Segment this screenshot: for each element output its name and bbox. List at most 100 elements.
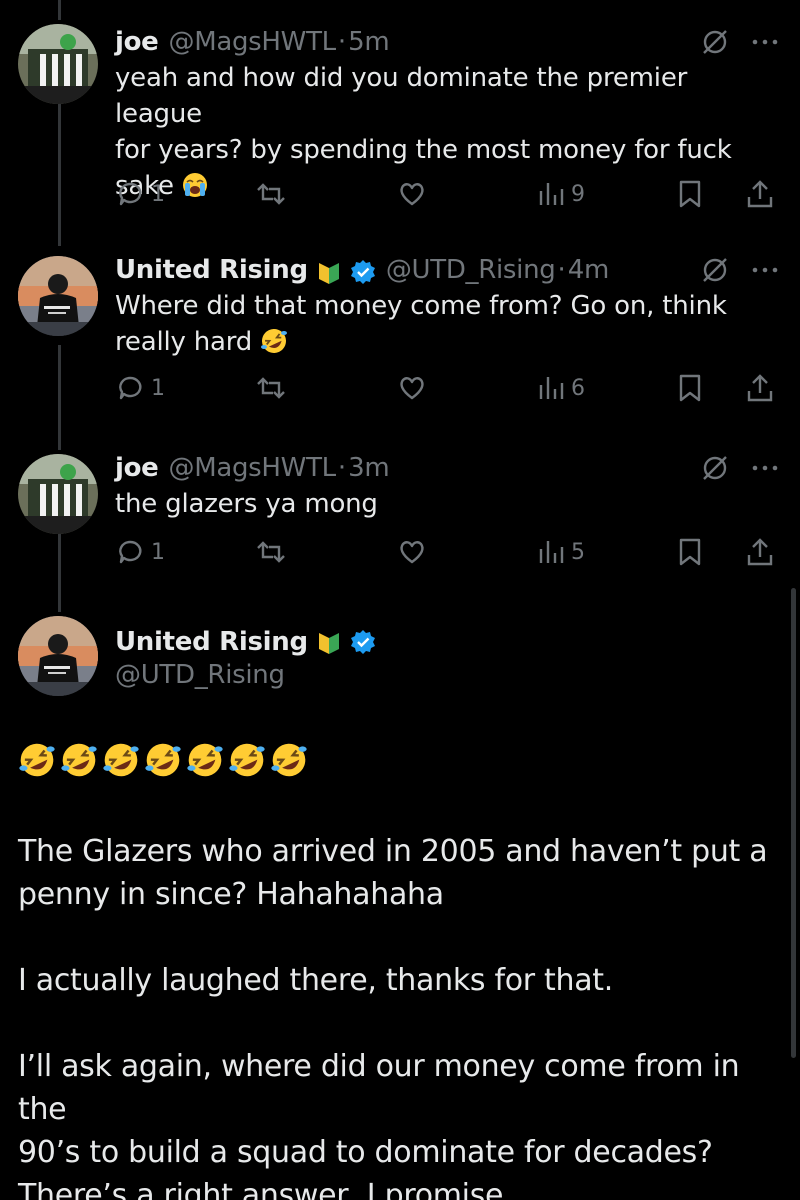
text-line: 90’s to build a squad to dominate for de… — [18, 1135, 713, 1170]
avatar-united-rising[interactable] — [18, 256, 98, 336]
display-name[interactable]: United Rising — [115, 622, 376, 662]
repost-button[interactable] — [255, 370, 287, 406]
avatar-joe[interactable] — [18, 24, 98, 104]
rolling-on-floor-laughing-icon — [186, 741, 224, 791]
text-line: I actually laughed there, thanks for tha… — [18, 963, 614, 998]
rolling-on-floor-laughing-icon — [18, 741, 56, 791]
user-handle[interactable]: @UTD_Rising — [115, 660, 285, 696]
reply-tweet[interactable]: joe @MagsHWTL · 5m yeah and how did you … — [0, 22, 800, 222]
avatar-united-rising[interactable] — [18, 616, 98, 696]
emoji-row — [18, 741, 778, 791]
share-button[interactable] — [745, 370, 775, 406]
grok-icon[interactable] — [700, 255, 730, 285]
repost-icon — [257, 183, 285, 205]
text-line: for years? by spending the most money fo… — [115, 135, 732, 165]
rolling-on-floor-laughing-icon — [144, 741, 182, 791]
scrollbar[interactable] — [791, 588, 796, 1058]
main-tweet-text: The Glazers who arrived in 2005 and have… — [18, 741, 778, 1200]
share-icon — [747, 374, 773, 402]
repost-button[interactable] — [255, 534, 287, 570]
share-button[interactable] — [745, 176, 775, 212]
tweet-header: United Rising @UTD_Rising · 4m — [115, 250, 609, 290]
tweet-text: Where did that money come from? Go on, t… — [115, 288, 770, 360]
tweet-header: joe @MagsHWTL · 3m — [115, 448, 390, 488]
reply-count: 1 — [151, 181, 165, 207]
views-button[interactable]: 5 — [537, 534, 585, 570]
display-name[interactable]: United Rising — [115, 250, 308, 290]
grok-icon[interactable] — [700, 453, 730, 483]
reply-count: 1 — [151, 539, 165, 565]
reply-button[interactable]: 1 — [115, 534, 165, 570]
bookmark-button[interactable] — [677, 534, 703, 570]
display-name[interactable]: joe — [115, 448, 159, 488]
user-handle[interactable]: @MagsHWTL — [169, 448, 337, 488]
paragraph: I’ll ask again, where did our money come… — [18, 1045, 778, 1200]
bookmark-icon — [679, 538, 701, 566]
text-line: I’ll ask again, where did our money come… — [18, 1049, 740, 1127]
heart-icon — [400, 377, 424, 400]
reply-icon — [119, 540, 142, 564]
rolling-on-floor-laughing-icon — [270, 741, 308, 791]
paragraph: The Glazers who arrived in 2005 and have… — [18, 830, 778, 916]
display-name[interactable]: joe — [115, 22, 159, 62]
share-button[interactable] — [745, 534, 775, 570]
more-options-icon[interactable] — [752, 463, 778, 473]
user-handle[interactable]: @MagsHWTL — [169, 22, 337, 62]
verified-badge-icon — [350, 257, 376, 284]
repost-button[interactable] — [255, 176, 287, 212]
tweet-top-icons — [700, 452, 778, 484]
reply-count: 1 — [151, 375, 165, 401]
views-button[interactable]: 6 — [537, 370, 585, 406]
thread-line — [58, 0, 61, 20]
views-icon — [539, 377, 564, 399]
more-options-icon[interactable] — [752, 265, 778, 275]
verified-badge-icon — [350, 629, 376, 655]
bookmark-icon — [679, 180, 701, 208]
view-count: 6 — [571, 375, 585, 401]
views-button[interactable]: 9 — [537, 176, 585, 212]
timestamp[interactable]: 5m — [348, 22, 390, 62]
tweet-text: the glazers ya mong — [115, 486, 770, 522]
rolling-on-floor-laughing-icon — [260, 324, 288, 360]
beginner-badge-icon — [316, 629, 342, 655]
rolling-on-floor-laughing-icon — [102, 741, 140, 791]
like-button[interactable] — [397, 370, 427, 406]
reply-button[interactable]: 1 — [115, 176, 165, 212]
separator: · — [337, 453, 347, 483]
text-line: Where did that money come from? Go on, t… — [115, 291, 727, 321]
share-icon — [747, 538, 773, 566]
share-icon — [747, 180, 773, 208]
reply-icon — [119, 182, 142, 206]
reply-button[interactable]: 1 — [115, 370, 165, 406]
reply-tweet[interactable]: joe @MagsHWTL · 3m the glazers ya mong 1 — [0, 448, 800, 588]
avatar-joe[interactable] — [18, 454, 98, 534]
bookmark-button[interactable] — [677, 370, 703, 406]
rolling-on-floor-laughing-icon — [60, 741, 98, 791]
text-line: the glazers ya mong — [115, 489, 378, 519]
user-handle[interactable]: @UTD_Rising — [386, 250, 556, 290]
main-tweet-header: United Rising @UTD_Rising — [0, 616, 800, 712]
bookmark-button[interactable] — [677, 176, 703, 212]
tweet-header: joe @MagsHWTL · 5m — [115, 22, 390, 62]
display-name-text: United Rising — [115, 627, 308, 657]
timestamp[interactable]: 4m — [568, 250, 610, 290]
tweet-top-icons — [700, 254, 778, 286]
tweet-actions: 1 9 — [115, 176, 785, 212]
text-line: penny in since? Hahahahaha — [18, 877, 444, 912]
heart-icon — [400, 541, 424, 564]
thread-view: joe @MagsHWTL · 5m yeah and how did you … — [0, 0, 800, 1200]
views-icon — [539, 183, 564, 205]
tweet-top-icons — [700, 26, 778, 58]
grok-icon[interactable] — [700, 27, 730, 57]
like-button[interactable] — [397, 534, 427, 570]
more-options-icon[interactable] — [752, 37, 778, 47]
beginner-badge-icon — [316, 257, 342, 284]
view-count: 5 — [571, 539, 585, 565]
timestamp[interactable]: 3m — [348, 448, 390, 488]
view-count: 9 — [571, 181, 585, 207]
reply-tweet[interactable]: United Rising @UTD_Rising · 4m Where did… — [0, 250, 800, 420]
paragraph: I actually laughed there, thanks for tha… — [18, 959, 778, 1002]
rolling-on-floor-laughing-icon — [228, 741, 266, 791]
repost-icon — [257, 377, 285, 399]
like-button[interactable] — [397, 176, 427, 212]
